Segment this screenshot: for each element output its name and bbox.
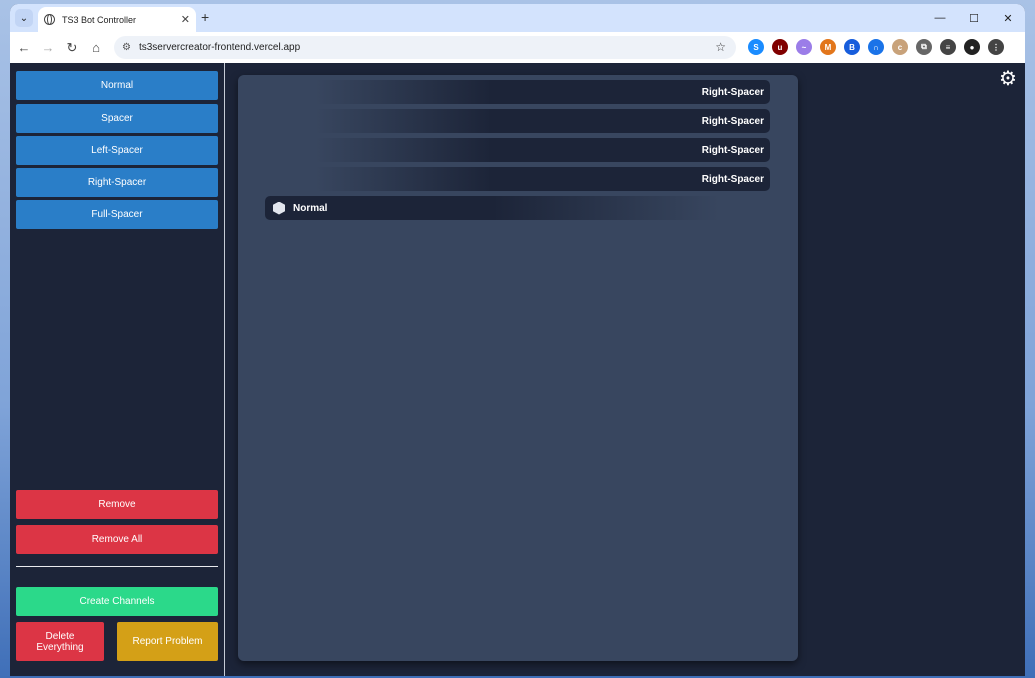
delete-everything-button[interactable]: Delete Everything — [16, 622, 104, 661]
ublock-icon[interactable]: u — [772, 39, 788, 55]
channel-row[interactable]: Right-Spacer — [265, 80, 770, 104]
bookmark-star-icon[interactable]: ☆ — [715, 40, 726, 54]
channel-row[interactable]: Right-Spacer — [265, 138, 770, 162]
tab-title: TS3 Bot Controller — [62, 14, 137, 25]
channel-label: Right-Spacer — [701, 115, 764, 127]
shazam-icon[interactable]: S — [748, 39, 764, 55]
remove-button[interactable]: Remove — [16, 490, 218, 519]
extensions-row: Su ~ M B ∩ c ⧉ ≡ ● ⋮ — [748, 39, 1004, 55]
channel-label: Right-Spacer — [701, 86, 764, 98]
ext-arc-icon[interactable]: ∩ — [868, 39, 884, 55]
browser-window: ⌄ TS3 Bot Controller ✕ + — ☐ ✕ ← → ↻ ⌂ ⚙… — [10, 4, 1025, 676]
reading-list-icon[interactable]: ≡ — [940, 39, 956, 55]
sidebar: Normal Spacer Left-Spacer Right-Spacer F… — [10, 63, 225, 676]
site-info-icon[interactable]: ⚙ — [122, 42, 131, 53]
extensions-icon[interactable]: ⧉ — [916, 39, 932, 55]
url-text: ts3servercreator-frontend.vercel.app — [138, 42, 301, 53]
new-tab-button[interactable]: + — [201, 9, 209, 25]
close-window-button[interactable]: ✕ — [991, 4, 1025, 32]
channel-row[interactable]: Normal — [265, 196, 770, 220]
globe-icon — [44, 14, 55, 25]
app-root: Normal Spacer Left-Spacer Right-Spacer F… — [10, 63, 1025, 676]
add-normal-button[interactable]: Normal — [16, 71, 218, 100]
bitwarden-icon[interactable]: B — [844, 39, 860, 55]
menu-icon[interactable]: ⋮ — [988, 39, 1004, 55]
ext-purple-icon[interactable]: ~ — [796, 39, 812, 55]
remove-all-button[interactable]: Remove All — [16, 525, 218, 554]
tab-strip: ⌄ TS3 Bot Controller ✕ + — ☐ ✕ — [10, 4, 1025, 32]
address-bar[interactable]: ⚙ ts3servercreator-frontend.vercel.app ☆ — [114, 36, 736, 59]
settings-gear-icon[interactable]: ⚙ — [999, 69, 1019, 89]
tab-search-button[interactable]: ⌄ — [15, 9, 33, 27]
browser-toolbar: ← → ↻ ⌂ ⚙ ts3servercreator-frontend.verc… — [10, 32, 1025, 63]
channel-row[interactable]: Right-Spacer — [265, 109, 770, 133]
channel-label: Right-Spacer — [701, 173, 764, 185]
channel-icon — [273, 201, 285, 215]
ext-cookie-icon[interactable]: c — [892, 39, 908, 55]
channel-label: Right-Spacer — [701, 144, 764, 156]
minimize-button[interactable]: — — [923, 4, 957, 32]
profile-avatar-icon[interactable]: ● — [964, 39, 980, 55]
forward-button[interactable]: → — [36, 36, 60, 60]
home-button[interactable]: ⌂ — [84, 36, 108, 60]
reload-button[interactable]: ↻ — [60, 36, 84, 60]
metamask-icon[interactable]: M — [820, 39, 836, 55]
window-controls: — ☐ ✕ — [923, 4, 1025, 32]
browser-tab[interactable]: TS3 Bot Controller ✕ — [38, 7, 196, 32]
channel-label: Normal — [293, 202, 328, 214]
add-full-spacer-button[interactable]: Full-Spacer — [16, 200, 218, 229]
channel-row[interactable]: Right-Spacer — [265, 167, 770, 191]
add-spacer-button[interactable]: Spacer — [16, 104, 218, 133]
add-right-spacer-button[interactable]: Right-Spacer — [16, 168, 218, 197]
tab-close-icon[interactable]: ✕ — [181, 13, 190, 26]
report-problem-button[interactable]: Report Problem — [117, 622, 218, 661]
channel-preview-panel: Right-Spacer Right-Spacer Right-Spacer R… — [238, 75, 798, 661]
create-channels-button[interactable]: Create Channels — [16, 587, 218, 616]
back-button[interactable]: ← — [12, 36, 36, 60]
sidebar-divider — [16, 566, 218, 567]
add-left-spacer-button[interactable]: Left-Spacer — [16, 136, 218, 165]
maximize-button[interactable]: ☐ — [957, 4, 991, 32]
